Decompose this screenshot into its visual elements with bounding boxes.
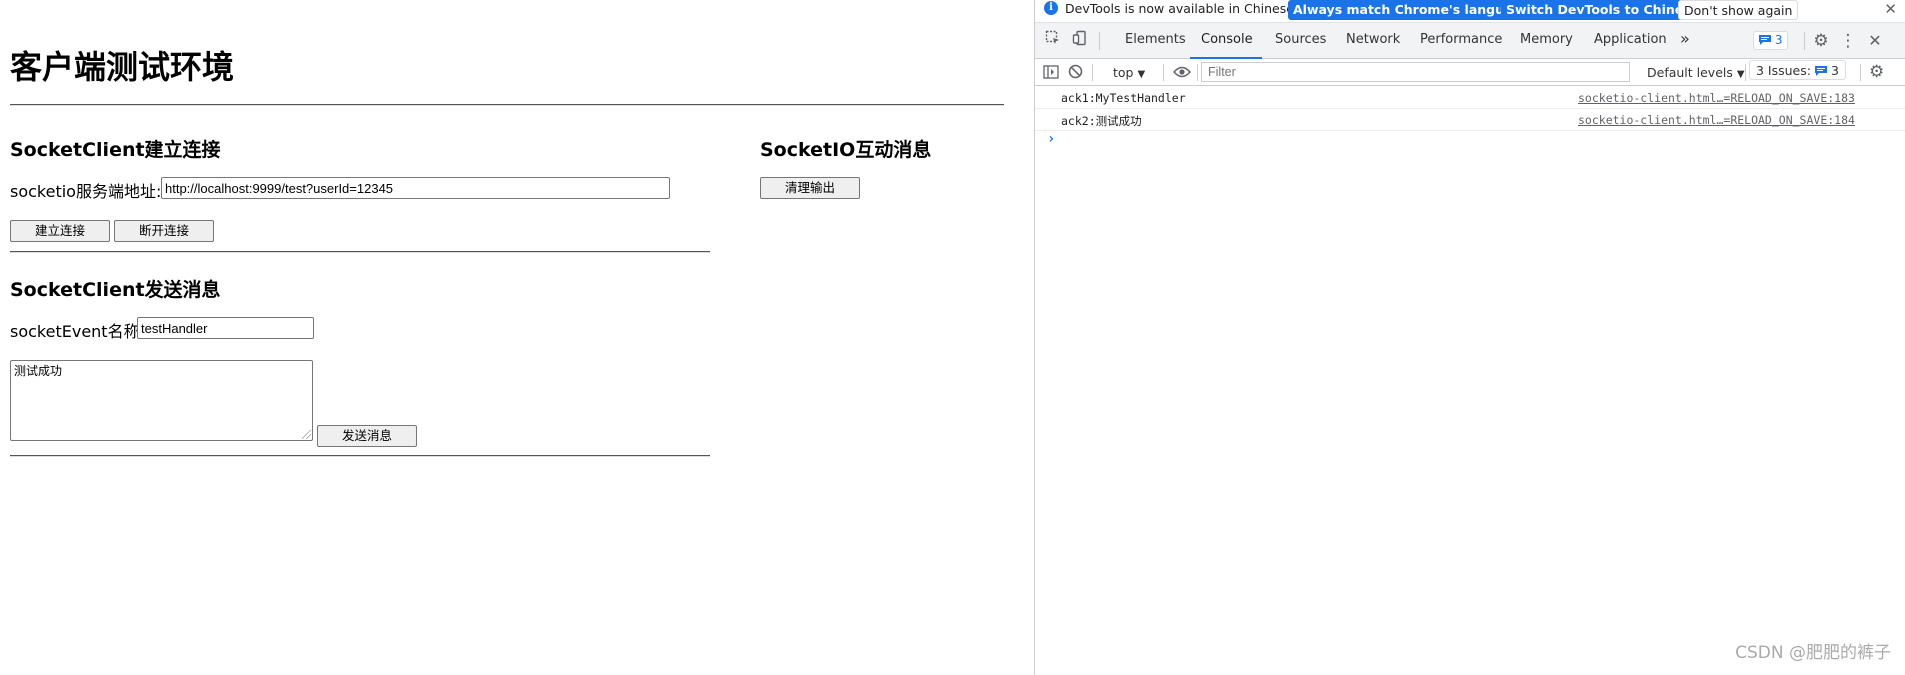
sidebar-toggle-icon[interactable] bbox=[1043, 62, 1059, 85]
settings-gear-icon[interactable]: ⚙ bbox=[1810, 30, 1832, 52]
tab-application[interactable]: Application bbox=[1594, 32, 1667, 47]
server-url-label: socketio服务端地址: bbox=[10, 182, 162, 201]
message-textarea[interactable]: 测试成功 bbox=[10, 360, 313, 441]
message-text: 测试成功 bbox=[14, 364, 63, 378]
device-toolbar-icon[interactable] bbox=[1069, 30, 1091, 52]
csdn-watermark: CSDN @肥肥的裤子 bbox=[1735, 643, 1891, 663]
toolbar-separator bbox=[1197, 64, 1198, 81]
console-prompt-icon[interactable]: › bbox=[1047, 131, 1055, 147]
console-filter-input[interactable] bbox=[1201, 62, 1630, 82]
live-expression-eye-icon[interactable] bbox=[1173, 62, 1191, 84]
chevron-down-icon: ▼ bbox=[1736, 69, 1745, 80]
send-divider bbox=[10, 455, 710, 457]
chevron-down-icon: ▼ bbox=[1137, 69, 1146, 80]
issues-counter-button[interactable]: 3 Issues: 3 bbox=[1749, 60, 1846, 80]
event-name-label: socketEvent名称: bbox=[10, 322, 145, 341]
devtools-panel: i DevTools is now available in Chinese! … bbox=[1034, 0, 1905, 675]
console-message-source-link[interactable]: socketio-client.html…=RELOAD_ON_SAVE:183 bbox=[1578, 91, 1855, 105]
language-infobar: i DevTools is now available in Chinese! … bbox=[1035, 0, 1905, 20]
page-title: 客户端测试环境 bbox=[10, 48, 235, 86]
issues-badge-count: 3 bbox=[1774, 33, 1783, 47]
console-message: ack2:测试成功 socketio-client.html…=RELOAD_O… bbox=[1035, 109, 1905, 131]
toolbar-separator bbox=[1745, 64, 1746, 81]
context-selector[interactable]: top ▼ bbox=[1113, 63, 1145, 85]
issues-counter-label: 3 Issues: bbox=[1756, 63, 1811, 78]
dont-show-again-button[interactable]: Don't show again bbox=[1678, 0, 1799, 20]
connect-divider bbox=[10, 251, 710, 253]
toolbar-separator bbox=[1092, 64, 1093, 81]
connect-heading: SocketClient建立连接 bbox=[10, 139, 221, 161]
web-page: 客户端测试环境 SocketClient建立连接 socketio服务端地址: … bbox=[0, 0, 1034, 675]
switch-to-chinese-button[interactable]: Switch DevTools to Chinese bbox=[1501, 0, 1705, 20]
resize-handle[interactable] bbox=[302, 430, 311, 439]
toolbar-separator bbox=[1163, 64, 1164, 81]
title-divider bbox=[10, 104, 1004, 106]
tab-memory[interactable]: Memory bbox=[1520, 32, 1573, 47]
inspect-element-icon[interactable] bbox=[1042, 30, 1064, 52]
console-settings-gear-icon[interactable]: ⚙ bbox=[1869, 62, 1884, 82]
tab-separator bbox=[1099, 32, 1100, 50]
tab-separator bbox=[1804, 32, 1805, 50]
message-icon bbox=[1759, 35, 1771, 45]
info-icon: i bbox=[1044, 1, 1058, 15]
log-levels-value: Default levels bbox=[1647, 65, 1733, 80]
log-levels-dropdown[interactable]: Default levels ▼ bbox=[1647, 63, 1745, 85]
devtools-tab-bar: Elements Console Sources Network Perform… bbox=[1035, 22, 1905, 59]
issues-badge[interactable]: 3 bbox=[1753, 31, 1789, 50]
tab-elements[interactable]: Elements bbox=[1125, 32, 1186, 47]
more-tabs-icon[interactable]: » bbox=[1680, 29, 1690, 48]
disconnect-button[interactable]: 断开连接 bbox=[114, 220, 214, 242]
tab-performance[interactable]: Performance bbox=[1420, 32, 1502, 47]
send-message-button[interactable]: 发送消息 bbox=[317, 425, 417, 447]
more-options-icon[interactable]: ⋮ bbox=[1837, 30, 1859, 52]
tab-network[interactable]: Network bbox=[1346, 32, 1400, 47]
event-name-input[interactable] bbox=[137, 317, 314, 339]
clear-output-button[interactable]: 清理输出 bbox=[760, 177, 860, 199]
interaction-heading: SocketIO互动消息 bbox=[760, 139, 932, 161]
console-message-text: ack1:MyTestHandler bbox=[1061, 91, 1186, 105]
console-message-source-link[interactable]: socketio-client.html…=RELOAD_ON_SAVE:184 bbox=[1578, 113, 1855, 127]
console-message-text: ack2:测试成功 bbox=[1061, 114, 1142, 128]
message-icon bbox=[1814, 66, 1827, 76]
clear-console-icon[interactable] bbox=[1068, 62, 1083, 85]
server-url-input[interactable] bbox=[161, 177, 670, 199]
connect-button[interactable]: 建立连接 bbox=[10, 220, 110, 242]
match-language-button[interactable]: Always match Chrome's language bbox=[1288, 0, 1535, 20]
close-devtools-icon[interactable]: ✕ bbox=[1864, 30, 1886, 52]
toolbar-separator bbox=[1860, 64, 1861, 81]
send-heading: SocketClient发送消息 bbox=[10, 279, 221, 301]
issues-counter-count: 3 bbox=[1830, 63, 1839, 78]
infobar-text: DevTools is now available in Chinese! bbox=[1065, 1, 1299, 16]
close-infobar-icon[interactable]: ✕ bbox=[1884, 0, 1897, 18]
console-message: ack1:MyTestHandler socketio-client.html…… bbox=[1035, 87, 1905, 109]
console-toolbar: top ▼ Default levels ▼ 3 Issues: 3 ⚙ bbox=[1035, 59, 1905, 86]
tab-console[interactable]: Console bbox=[1201, 32, 1253, 47]
context-selector-value: top bbox=[1113, 65, 1134, 80]
tab-sources[interactable]: Sources bbox=[1275, 32, 1326, 47]
